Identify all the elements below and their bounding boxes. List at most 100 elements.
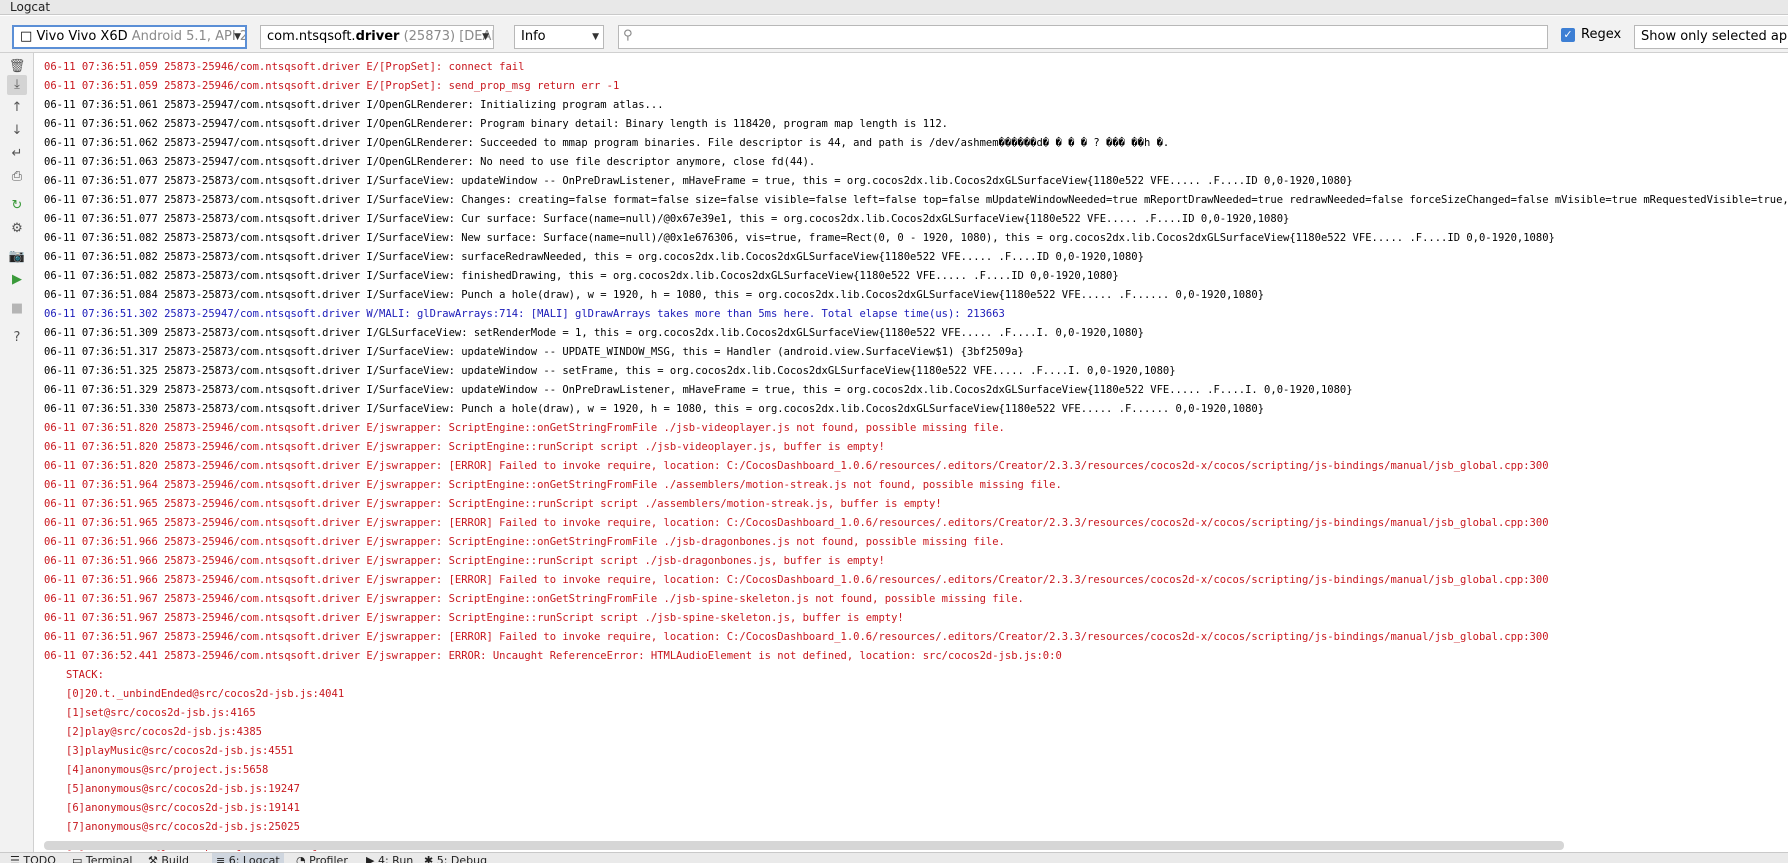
logcat-side-toolbar: 🗑 ⤓ ↑ ↓ ↵ ⎙ ↻ ⚙ 📷 ▶ ■? [0,53,34,852]
log-line: 06-11 07:36:51.062 25873-25947/com.ntsqs… [44,137,1170,149]
regex-checkbox[interactable]: ✓ [1561,28,1575,42]
down-stack-trace-icon[interactable]: ↓ [7,121,27,141]
device-selector[interactable]: □ Vivo Vivo X6D Android 5.1, API 2 ▼ [12,25,247,49]
chevron-down-icon: ▼ [482,32,489,42]
log-line: 06-11 07:36:51.317 25873-25873/com.ntsqs… [44,346,1024,358]
log-line: 06-11 07:36:51.967 25873-25946/com.ntsqs… [44,631,1549,643]
stack-trace-line: [1]set@src/cocos2d-jsb.js:4165 [66,707,256,719]
log-line: 06-11 07:36:51.965 25873-25946/com.ntsqs… [44,517,1549,529]
restart-icon[interactable]: ↻ [7,196,27,216]
tool-tab-6-logcat[interactable]: ≡ 6: Logcat [212,853,284,863]
log-line: 06-11 07:36:51.061 25873-25947/com.ntsqs… [44,99,664,111]
screen-capture-icon[interactable]: 📷 [7,247,27,267]
log-line: 06-11 07:36:51.965 25873-25946/com.ntsqs… [44,498,942,510]
todo-icon: ☰ [10,854,24,863]
log-level-value: Info [521,29,546,44]
logcat-title-bar: Logcat [0,0,1788,15]
tool-tab-todo[interactable]: ☰ TODO [10,853,56,863]
tool-tab-profiler[interactable]: ◔ Profiler [296,853,348,863]
log-line: 06-11 07:36:51.967 25873-25946/com.ntsqs… [44,612,904,624]
process-detail: (25873) [DEAD [403,29,494,44]
window-title: Logcat [10,0,51,14]
log-line: 06-11 07:36:51.059 25873-25946/com.ntsqs… [44,61,525,73]
clear-logcat-icon[interactable]: 🗑 [7,57,27,77]
tool-tab-label: 5: Debug [436,854,488,863]
up-stack-trace-icon[interactable]: ↑ [7,98,27,118]
search-field[interactable]: ⚲ [618,25,1548,49]
log-line: 06-11 07:36:51.077 25873-25873/com.ntsqs… [44,194,1788,206]
device-name: Vivo Vivo X6D [36,29,128,44]
log-line: 06-11 07:36:51.820 25873-25946/com.ntsqs… [44,422,1005,434]
log-lines-container: 06-11 07:36:51.059 25873-25946/com.ntsqs… [44,58,1788,852]
stack-trace-line: STACK: [66,669,104,681]
process-name-bold: driver [355,29,400,44]
stack-trace-line: [0]20.t._unbindEnded@src/cocos2d-jsb.js:… [66,688,345,700]
log-line: 06-11 07:36:51.082 25873-25873/com.ntsqs… [44,270,1119,282]
log-line: 06-11 07:36:51.084 25873-25873/com.ntsqs… [44,289,1265,301]
tool-tab-4-run[interactable]: ▶ 4: Run [366,853,413,863]
settings-gear-icon[interactable]: ⚙ [7,219,27,239]
log-line: 06-11 07:36:51.309 25873-25873/com.ntsqs… [44,327,1144,339]
log-line: 06-11 07:36:51.330 25873-25873/com.ntsqs… [44,403,1265,415]
regex-label: Regex [1581,27,1622,42]
logcat-icon: ≡ [216,854,229,863]
log-line: 06-11 07:36:51.062 25873-25947/com.ntsqs… [44,118,948,130]
log-output[interactable]: 06-11 07:36:51.059 25873-25946/com.ntsqs… [34,53,1788,852]
tool-tab-5-debug[interactable]: ✱ 5: Debug [424,853,487,863]
screen-record-icon[interactable]: ▶ [7,270,27,290]
stop-icon: ■ [10,301,24,316]
print-icon[interactable]: ⎙ [7,167,27,187]
stack-trace-line: [7]anonymous@src/cocos2d-jsb.js:25025 [66,821,300,833]
log-line: 06-11 07:36:51.966 25873-25946/com.ntsqs… [44,536,1005,548]
profiler-icon: ◔ [296,854,310,863]
log-line: 06-11 07:36:51.967 25873-25946/com.ntsqs… [44,593,1024,605]
scroll-to-end-icon[interactable]: ⤓ [7,75,27,95]
log-line: 06-11 07:36:51.820 25873-25946/com.ntsqs… [44,460,1549,472]
phone-icon: □ [20,29,33,44]
filter-selector-value: Show only selected application [1641,29,1788,44]
filter-selector[interactable]: Show only selected application [1634,25,1788,49]
bottom-tool-window-bar: ☰ TODO ▭ Terminal ⚒ Build ≡ 6: Logcat ◔ Prof… [0,852,1788,863]
stack-trace-line: [5]anonymous@src/cocos2d-jsb.js:19247 [66,783,300,795]
device-detail: Android 5.1, API 2 [131,29,247,44]
build-hammer-icon: ⚒ [148,854,162,863]
tool-tab-label: 6: Logcat [228,854,280,863]
log-line: 06-11 07:36:51.302 25873-25947/com.ntsqs… [44,308,1005,320]
soft-wraps-icon[interactable]: ↵ [7,144,27,164]
stack-trace-line: [4]anonymous@src/project.js:5658 [66,764,269,776]
log-line: 06-11 07:36:51.325 25873-25873/com.ntsqs… [44,365,1176,377]
process-selector[interactable]: com.ntsqsoft.driver (25873) [DEAD ▼ [260,25,494,49]
debug-bug-icon: ✱ [424,854,437,863]
run-icon: ▶ [366,854,378,863]
log-line: 06-11 07:36:51.077 25873-25873/com.ntsqs… [44,175,1353,187]
log-line: 06-11 07:36:52.441 25873-25946/com.ntsqs… [44,650,1062,662]
tool-tab-build[interactable]: ⚒ Build [148,853,189,863]
chevron-down-icon: ▼ [234,32,241,42]
log-line: 06-11 07:36:51.966 25873-25946/com.ntsqs… [44,555,885,567]
stack-trace-line: [3]playMusic@src/cocos2d-jsb.js:4551 [66,745,294,757]
tool-tab-label: Profiler [309,854,348,863]
process-name-prefix: com.ntsqsoft. [267,29,356,44]
tool-tab-label: Terminal [85,854,133,863]
logcat-toolbar: □ Vivo Vivo X6D Android 5.1, API 2 ▼ com… [0,16,1788,53]
log-line: 06-11 07:36:51.329 25873-25873/com.ntsqs… [44,384,1353,396]
stack-trace-line: [6]anonymous@src/cocos2d-jsb.js:19141 [66,802,300,814]
log-level-selector[interactable]: Info ▼ [514,25,604,49]
tool-tab-terminal[interactable]: ▭ Terminal [72,853,132,863]
log-line: 06-11 07:36:51.059 25873-25946/com.ntsqs… [44,80,620,92]
log-line: 06-11 07:36:51.077 25873-25873/com.ntsqs… [44,213,1290,225]
tool-tab-label: TODO [23,854,56,863]
tool-tab-label: 4: Run [377,854,414,863]
search-icon: ⚲ [623,28,633,43]
log-line: 06-11 07:36:51.082 25873-25873/com.ntsqs… [44,232,1555,244]
tool-tab-label: Build [161,854,189,863]
log-line: 06-11 07:36:51.063 25873-25947/com.ntsqs… [44,156,816,168]
stack-trace-line: [2]play@src/cocos2d-jsb.js:4385 [66,726,262,738]
log-line: 06-11 07:36:51.820 25873-25946/com.ntsqs… [44,441,885,453]
search-input[interactable] [641,27,1545,49]
chevron-down-icon: ▼ [592,32,599,42]
log-line: 06-11 07:36:51.964 25873-25946/com.ntsqs… [44,479,1062,491]
help-icon[interactable]: ? [7,328,27,348]
terminal-icon: ▭ [72,854,86,863]
horizontal-scrollbar[interactable] [44,841,1564,850]
